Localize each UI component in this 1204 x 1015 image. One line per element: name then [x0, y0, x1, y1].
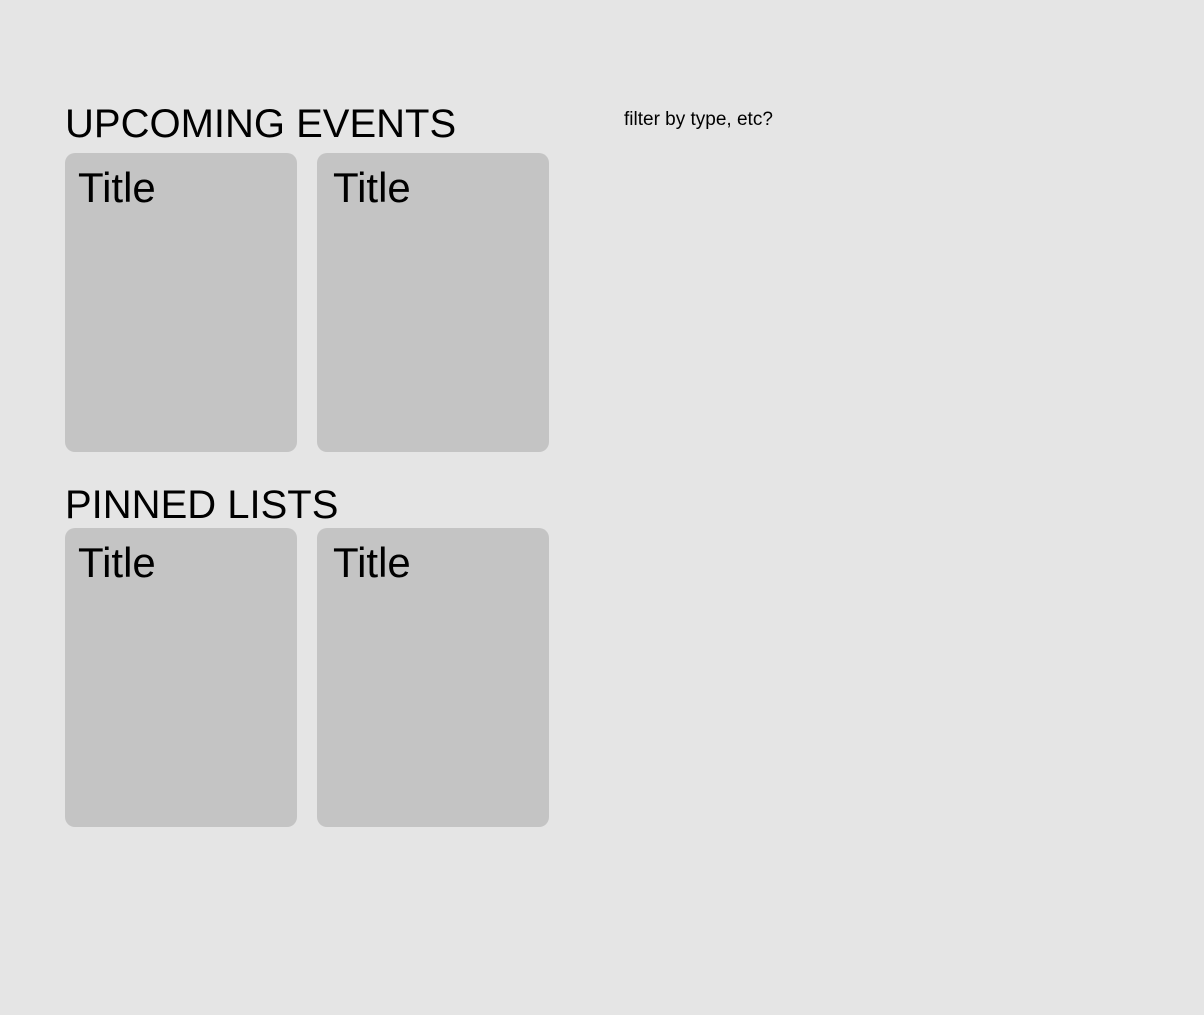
pinned-list-card-title: Title [78, 539, 156, 586]
upcoming-events-heading: UPCOMING EVENTS [65, 102, 457, 146]
pinned-list-card-title: Title [333, 539, 411, 586]
pinned-lists-heading: PINNED LISTS [65, 483, 339, 527]
event-card-title: Title [78, 164, 156, 211]
event-card[interactable]: Title [317, 153, 549, 452]
pinned-list-card[interactable]: Title [317, 528, 549, 827]
event-card-title: Title [333, 164, 411, 211]
filter-note: filter by type, etc? [624, 109, 773, 130]
event-card[interactable]: Title [65, 153, 297, 452]
pinned-list-card[interactable]: Title [65, 528, 297, 827]
